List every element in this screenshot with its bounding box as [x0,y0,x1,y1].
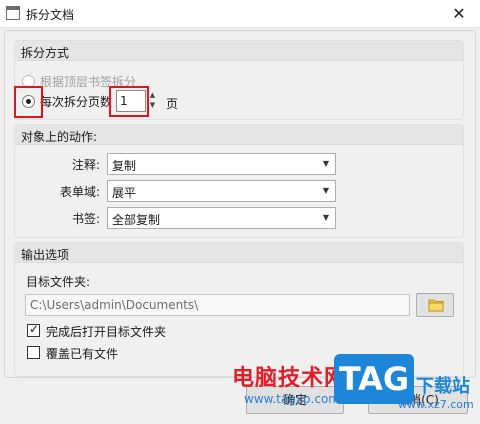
form-field-select[interactable]: 展平 ▼ [107,180,336,202]
browse-folder-button[interactable] [416,293,454,317]
bookmark-label: 书签: [71,212,100,226]
highlight-box-radio [14,86,43,118]
close-button[interactable]: ✕ [448,3,470,25]
cancel-button[interactable]: 取消(C) [368,386,468,414]
target-folder-input[interactable]: C:\Users\admin\Documents\ [25,294,410,316]
open-after-checkbox[interactable]: ✓ [27,322,40,337]
open-after-label: 完成后打开目标文件夹 [46,325,167,339]
chevron-down-icon: ▼ [322,159,329,168]
pages-unit-label: 页 [166,97,179,111]
annotation-value: 复制 [112,159,137,173]
overwrite-checkbox[interactable] [27,346,40,359]
bookmark-select[interactable]: 全部复制 ▼ [107,207,336,229]
target-folder-label: 目标文件夹: [26,275,91,289]
annotation-label: 注释: [71,158,100,172]
form-field-label: 表单域: [59,185,100,199]
chevron-down-icon: ▼ [322,186,329,195]
checkmark-icon: ✓ [29,322,40,336]
highlight-box-spinner [109,86,149,117]
annotation-select[interactable]: 复制 ▼ [107,153,336,175]
window-app-icon [6,6,20,20]
chevron-down-icon: ▼ [322,213,329,222]
folder-icon [428,299,444,312]
output-options-header: 输出选项 [15,243,463,263]
title-bar: 拆分文档 ✕ [0,0,480,28]
ok-button[interactable]: 确定 [246,386,344,414]
object-actions-header: 对象上的动作: [15,125,463,145]
window-title: 拆分文档 [26,8,75,22]
form-field-value: 展平 [112,186,137,200]
bookmark-value: 全部复制 [112,213,161,227]
split-method-header: 拆分方式 [15,41,463,61]
radio-split-by-pages-label: 每次拆分页数 [40,95,113,109]
overwrite-label: 覆盖已有文件 [46,347,119,361]
